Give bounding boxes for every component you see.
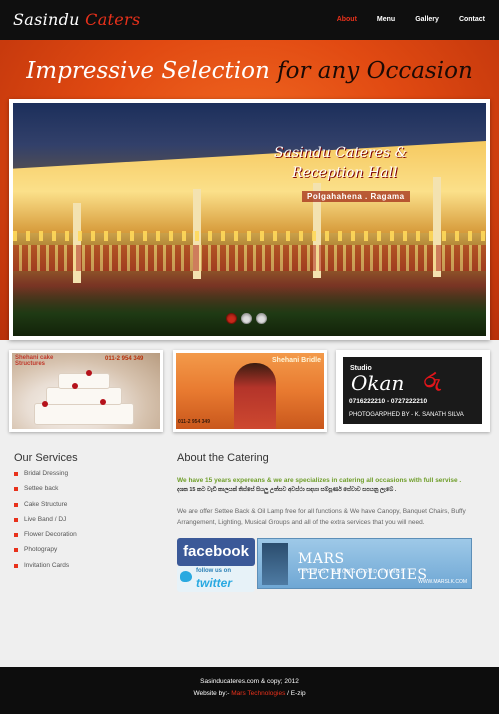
- footer-copyright: Sasinducateres.com & copy; 2012: [200, 678, 299, 685]
- nav-about[interactable]: About: [337, 0, 357, 40]
- studio-okan-panel: Studio Okan රු 0716222210 - 0727222210 P…: [343, 357, 482, 424]
- bride-phone: 011-2 954 349: [178, 419, 210, 425]
- slide-caption: Sasindu Cateres & Reception Hall Polgaha…: [262, 143, 427, 223]
- services-list: Bridal Dressing Settee back Cake Structu…: [14, 470, 77, 577]
- slide-reception-hall: Sasindu Cateres & Reception Hall Polgaha…: [13, 103, 486, 336]
- studio-phones: 0716222210 - 0727222210: [349, 398, 428, 405]
- mars-technologies-ad[interactable]: MARS TECHNOLOGIES THE BEST AMONG GOOD TH…: [257, 538, 472, 589]
- about-body: We are offer Settee Back & Oil Lamp free…: [177, 508, 466, 526]
- nav-menu[interactable]: Menu: [377, 0, 395, 40]
- about-sinhala-text: දශක 15 කට වැඩි කාලයක් තිස්සේ සියලු උත්සව…: [177, 487, 397, 493]
- thumbnail-cake-structures[interactable]: Shehani cake Structures 011-2 954 349: [9, 350, 163, 432]
- facebook-button[interactable]: facebook: [177, 538, 255, 566]
- slide-caption-line1: Sasindu Cateres &: [274, 145, 408, 161]
- hall-garland: [13, 245, 486, 271]
- site-logo[interactable]: Sasindu Caters: [13, 10, 141, 29]
- twitter-follow-text: follow us on: [196, 568, 231, 574]
- mars-subtitle: THE BEST AMONG GOOD THINGS: [298, 569, 406, 575]
- service-item[interactable]: Settee back: [14, 485, 77, 500]
- rose-decoration: [42, 401, 48, 407]
- twitter-logo-text: twitter: [196, 576, 232, 590]
- footer-mars-link[interactable]: Mars Technologies: [231, 690, 285, 697]
- rose-decoration: [86, 370, 92, 376]
- footer-credit: Website by:- Mars Technologies / E-zip: [0, 690, 499, 697]
- service-item[interactable]: Cake Structure: [14, 501, 77, 516]
- service-item[interactable]: Photograpy: [14, 546, 77, 561]
- cake-tier: [58, 373, 110, 389]
- nav-contact[interactable]: Contact: [459, 0, 485, 40]
- hall-lights: [13, 231, 486, 241]
- service-item[interactable]: Flower Decoration: [14, 531, 77, 546]
- footer-credit-prefix: Website by:-: [193, 690, 232, 697]
- thumbnail-bridal[interactable]: Shehani Bridle 011-2 954 349: [173, 350, 327, 432]
- cake-tier: [46, 387, 122, 405]
- bride-image: Shehani Bridle 011-2 954 349: [176, 353, 324, 429]
- slide-caption-location: Polgahahena . Ragama: [302, 191, 410, 202]
- slide-caption-line2: Reception Hall: [292, 165, 398, 181]
- slider-pagination: [226, 313, 267, 324]
- garden-trees: [13, 286, 486, 336]
- twitter-button[interactable]: follow us on twitter: [177, 566, 255, 592]
- cake-image: Shehani cake Structures 011-2 954 349: [12, 353, 160, 429]
- tagline-dark: for any Occasion: [277, 58, 473, 84]
- studio-sinhala-mark: රු: [424, 370, 441, 392]
- cake-label: Shehani cake Structures: [15, 355, 54, 367]
- cake-tier: [34, 403, 134, 425]
- main-nav: About Menu Gallery Contact: [337, 0, 499, 40]
- studio-okan-ad: Studio Okan රු 0716222210 - 0727222210 P…: [339, 353, 487, 429]
- studio-credit: PHOTOGARPHED BY - K. SANATH SILVA: [349, 412, 464, 418]
- logo-accent-text: Caters: [85, 10, 141, 29]
- tagline-light: Impressive Selection: [26, 58, 278, 84]
- about-highlight: We have 15 years expereans & we are spec…: [177, 477, 462, 484]
- thumbnail-studio-okan[interactable]: Studio Okan රු 0716222210 - 0727222210 P…: [336, 350, 490, 432]
- rose-decoration: [72, 383, 78, 389]
- services-heading: Our Services: [14, 452, 78, 464]
- hall-pillar: [73, 203, 81, 283]
- nav-gallery[interactable]: Gallery: [415, 0, 439, 40]
- service-item[interactable]: Invitation Cards: [14, 562, 77, 577]
- mars-url: WWW.MARSLK.COM: [418, 579, 467, 585]
- twitter-bird-icon: [180, 571, 192, 582]
- slider-dot-1[interactable]: [226, 313, 237, 324]
- slider-dot-2[interactable]: [241, 313, 252, 324]
- cake-phone: 011-2 954 349: [105, 356, 144, 362]
- top-navigation-bar: Sasindu Caters About Menu Gallery Contac…: [0, 0, 499, 40]
- logo-main-text: Sasindu: [13, 10, 86, 29]
- service-item[interactable]: Bridal Dressing: [14, 470, 77, 485]
- footer-credit-suffix: / E-zip: [285, 690, 306, 697]
- chess-knight-icon: [262, 543, 288, 585]
- bride-label: Shehani Bridle: [272, 357, 322, 364]
- banner-tagline: Impressive Selection for any Occasion: [0, 58, 499, 84]
- rose-decoration: [100, 399, 106, 405]
- about-heading: About the Catering: [177, 452, 269, 464]
- bride-figure: [234, 363, 276, 429]
- page-footer: Sasinducateres.com & copy; 2012 Website …: [0, 667, 499, 714]
- service-item[interactable]: Live Band / DJ: [14, 516, 77, 531]
- image-slider[interactable]: Sasindu Cateres & Reception Hall Polgaha…: [9, 99, 490, 340]
- studio-name: Okan: [351, 371, 405, 395]
- slider-dot-3[interactable]: [256, 313, 267, 324]
